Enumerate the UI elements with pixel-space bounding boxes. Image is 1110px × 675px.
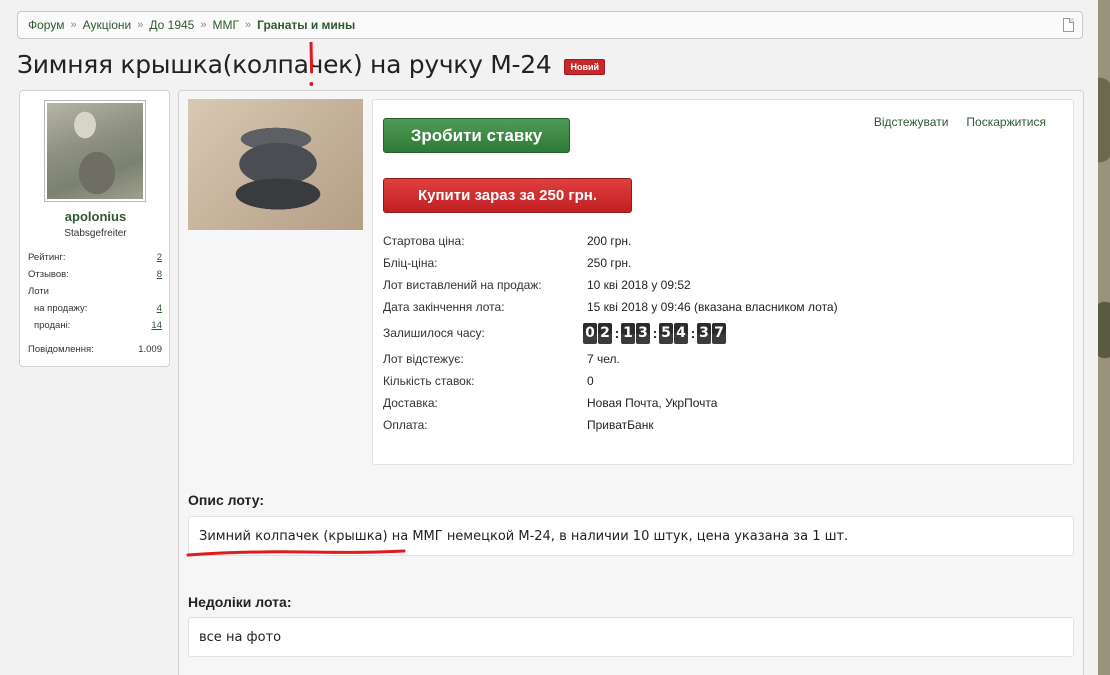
defects-title: Недоліки лота: [188, 594, 292, 610]
lot-details: Стартова ціна: 200 грн. Бліц-ціна: 250 г… [383, 230, 1063, 436]
breadcrumb: Форум » Аукціони » До 1945 » ММГ » Грана… [17, 11, 1083, 39]
place-bid-button[interactable]: Зробити ставку [383, 118, 570, 153]
seller-username[interactable]: apolonius [20, 209, 171, 224]
timer-colon: : [690, 325, 696, 341]
avatar[interactable] [44, 100, 146, 202]
sold-link[interactable]: 14 [151, 320, 162, 331]
detail-listed-date: Лот виставлений на продаж: 10 кві 2018 у… [383, 278, 691, 292]
seller-stats: Рейтинг: 2 Отзывов: 8 Лоти на продажу: 4… [28, 249, 162, 358]
stat-reviews: Отзывов: 8 [28, 269, 162, 280]
reviews-link[interactable]: 8 [157, 269, 162, 280]
breadcrumb-mmg[interactable]: ММГ [212, 18, 239, 32]
new-badge: Новий [564, 58, 606, 75]
breadcrumb-separator: » [200, 19, 207, 31]
page: Форум » Аукціони » До 1945 » ММГ » Грана… [0, 0, 1098, 675]
page-title: Зимняя крышка(колпачек) на ручку М-24 [17, 50, 552, 79]
stat-messages: Повідомлення: 1.009 [28, 344, 162, 355]
timer-digit: 3 [697, 322, 711, 344]
rating-link[interactable]: 2 [157, 252, 162, 263]
stat-sold: продані: 14 [34, 320, 162, 331]
detail-watchers: Лот відстежує: 7 чел. [383, 352, 620, 366]
watch-link[interactable]: Відстежувати [874, 115, 949, 129]
breadcrumb-forum[interactable]: Форум [28, 18, 64, 32]
detail-blitz-price: Бліц-ціна: 250 грн. [383, 256, 632, 270]
description-title: Опис лоту: [188, 492, 265, 508]
avatar-image [47, 103, 143, 199]
detail-end-date: Дата закінчення лота: 15 кві 2018 у 09:4… [383, 300, 838, 314]
timer-colon: : [614, 325, 620, 341]
lot-actions: Відстежувати Поскаржитися [874, 115, 1046, 129]
document-icon[interactable] [1063, 18, 1074, 32]
breadcrumb-current[interactable]: Гранаты и мины [257, 18, 355, 32]
timer-digit: 1 [621, 322, 635, 344]
defects-text: все на фото [188, 617, 1074, 657]
buy-now-button[interactable]: Купити зараз за 250 грн. [383, 178, 632, 213]
breadcrumb-separator: » [244, 19, 252, 31]
detail-payment: Оплата: ПриватБанк [383, 418, 654, 432]
annotation-exclamation-mark [309, 42, 313, 86]
breadcrumb-separator: » [137, 19, 144, 31]
stat-for-sale: на продажу: 4 [34, 303, 162, 314]
breadcrumb-auctions[interactable]: Аукціони [83, 18, 132, 32]
report-link[interactable]: Поскаржитися [966, 115, 1046, 129]
timer-colon: : [652, 325, 658, 341]
seller-rank: Stabsgefreiter [64, 228, 127, 239]
stat-lots-heading: Лоти [28, 286, 49, 297]
detail-bid-count: Кількість ставок: 0 [383, 374, 594, 388]
for-sale-link[interactable]: 4 [157, 303, 162, 314]
detail-time-remaining: Залишилося часу: 0 2 : 1 3 : 5 4 : 3 7 [383, 318, 1063, 348]
annotation-underline [186, 549, 406, 557]
breadcrumb-separator: » [70, 19, 77, 31]
detail-delivery: Доставка: Новая Почта, УкрПочта [383, 396, 718, 410]
detail-start-price: Стартова ціна: 200 грн. [383, 234, 632, 248]
lot-photo[interactable] [188, 99, 363, 230]
timer-digit: 3 [636, 322, 650, 344]
timer-digit: 2 [598, 322, 612, 344]
breadcrumb-before-1945[interactable]: До 1945 [149, 18, 194, 32]
timer-digit: 4 [674, 322, 688, 344]
timer-digit: 5 [659, 322, 673, 344]
countdown-timer: 0 2 : 1 3 : 5 4 : 3 7 [583, 322, 727, 344]
seller-card: apolonius Stabsgefreiter Рейтинг: 2 Отзы… [19, 90, 170, 367]
stat-rating: Рейтинг: 2 [28, 252, 162, 263]
timer-digit: 7 [712, 322, 726, 344]
timer-digit: 0 [583, 322, 597, 344]
